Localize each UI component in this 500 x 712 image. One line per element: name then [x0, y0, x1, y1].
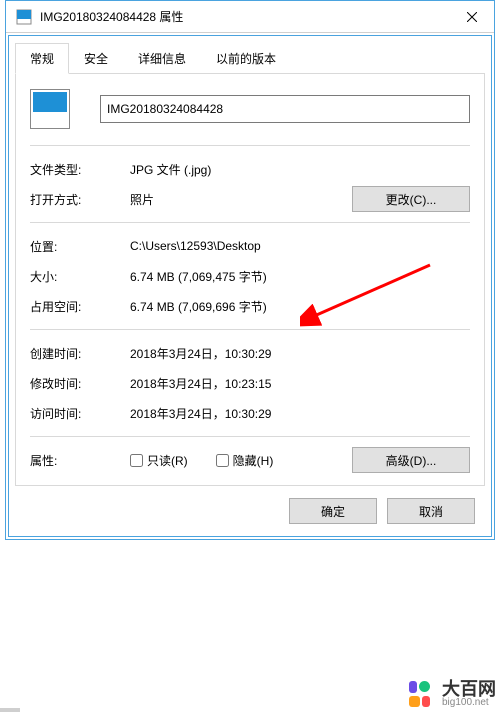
- label-opens-with: 打开方式:: [30, 191, 130, 208]
- filename-input[interactable]: [100, 95, 470, 123]
- label-accessed: 访问时间:: [30, 405, 130, 422]
- tab-general[interactable]: 常规: [15, 43, 69, 74]
- value-created: 2018年3月24日，10:30:29: [130, 345, 470, 362]
- label-attributes: 属性:: [30, 452, 130, 469]
- titlebar: IMG20180324084428 属性: [6, 1, 494, 33]
- value-accessed: 2018年3月24日，10:30:29: [130, 405, 470, 422]
- cancel-button[interactable]: 取消: [387, 498, 475, 524]
- properties-dialog: IMG20180324084428 属性 常规 安全 详细信息 以前的版本 文件…: [5, 0, 495, 540]
- file-icon: [12, 9, 36, 25]
- separator: [30, 222, 470, 223]
- label-created: 创建时间:: [30, 345, 130, 362]
- checkbox-readonly-label: 只读(R): [147, 452, 188, 469]
- label-location: 位置:: [30, 238, 130, 255]
- watermark-brand: 大百网: [442, 680, 496, 698]
- tab-security[interactable]: 安全: [69, 43, 123, 73]
- ok-button[interactable]: 确定: [289, 498, 377, 524]
- label-size: 大小:: [30, 268, 130, 285]
- label-filetype: 文件类型:: [30, 161, 130, 178]
- watermark-url: big100.net: [442, 698, 496, 708]
- checkbox-hidden[interactable]: 隐藏(H): [216, 452, 274, 469]
- value-location: C:\Users\12593\Desktop: [130, 239, 470, 253]
- checkbox-readonly-input[interactable]: [130, 454, 143, 467]
- checkbox-hidden-label: 隐藏(H): [233, 452, 274, 469]
- watermark: 大百网 big100.net: [408, 680, 496, 708]
- change-button[interactable]: 更改(C)...: [352, 186, 470, 212]
- advanced-button[interactable]: 高级(D)...: [352, 447, 470, 473]
- dialog-inner: 常规 安全 详细信息 以前的版本 文件类型: JPG 文件 (.jpg) 打开方…: [8, 35, 492, 537]
- checkbox-hidden-input[interactable]: [216, 454, 229, 467]
- dialog-footer: 确定 取消: [15, 486, 485, 536]
- label-modified: 修改时间:: [30, 375, 130, 392]
- value-modified: 2018年3月24日，10:23:15: [130, 375, 470, 392]
- separator: [30, 145, 470, 146]
- tab-previous-versions[interactable]: 以前的版本: [201, 43, 291, 73]
- scrollbar-hint: [0, 708, 20, 712]
- separator: [30, 436, 470, 437]
- separator: [30, 329, 470, 330]
- window-title: IMG20180324084428 属性: [36, 8, 450, 25]
- value-opens-with: 照片: [130, 191, 352, 208]
- label-size-on-disk: 占用空间:: [30, 298, 130, 315]
- value-size: 6.74 MB (7,069,475 字节): [130, 268, 470, 285]
- tab-details[interactable]: 详细信息: [123, 43, 201, 73]
- value-size-on-disk: 6.74 MB (7,069,696 字节): [130, 298, 470, 315]
- value-filetype: JPG 文件 (.jpg): [130, 161, 470, 178]
- tab-strip: 常规 安全 详细信息 以前的版本: [15, 43, 485, 74]
- checkbox-readonly[interactable]: 只读(R): [130, 452, 188, 469]
- watermark-logo-icon: [408, 680, 436, 708]
- file-type-icon: [30, 89, 70, 129]
- tab-panel-general: 文件类型: JPG 文件 (.jpg) 打开方式: 照片 更改(C)... 位置…: [15, 73, 485, 486]
- close-button[interactable]: [450, 1, 494, 33]
